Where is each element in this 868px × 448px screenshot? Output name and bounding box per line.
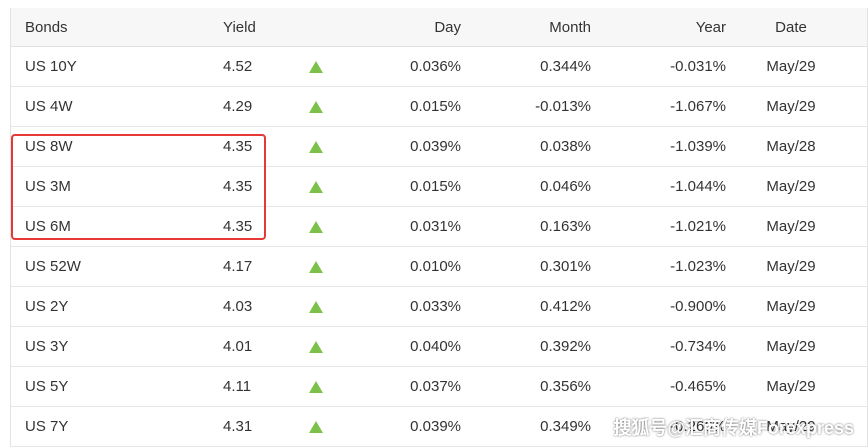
year-change: -1.067%	[670, 98, 726, 115]
bond-date: May/28	[766, 138, 816, 155]
bonds-table: Bonds Yield Day Month Year Date US 10Y 4.…	[10, 8, 868, 447]
year-change: -1.023%	[670, 258, 726, 275]
watermark: 搜狐号@汇商传媒Forexpress	[613, 418, 854, 438]
bond-yield: 4.01	[223, 338, 253, 355]
direction-cell	[291, 138, 341, 155]
year-change: -0.465%	[670, 378, 726, 395]
year-change: -0.734%	[670, 338, 726, 355]
bond-yield: 4.11	[223, 378, 252, 395]
month-change: 0.412%	[540, 298, 591, 315]
header-day[interactable]: Day	[341, 19, 461, 36]
direction-cell	[291, 378, 341, 395]
year-change: -1.021%	[670, 218, 726, 235]
direction-cell	[291, 338, 341, 355]
month-change: 0.046%	[540, 178, 591, 195]
up-arrow-icon	[309, 181, 323, 194]
bond-date: May/29	[766, 298, 816, 315]
table-row[interactable]: US 2Y 4.03 0.033% 0.412% -0.900% May/29	[11, 287, 867, 327]
up-arrow-icon	[309, 301, 323, 314]
day-change: 0.015%	[410, 178, 461, 195]
table-row[interactable]: US 5Y 4.11 0.037% 0.356% -0.465% May/29	[11, 367, 867, 407]
table-row[interactable]: US 10Y 4.52 0.036% 0.344% -0.031% May/29	[11, 47, 867, 87]
bond-yield: 4.35	[223, 178, 253, 195]
up-arrow-icon	[309, 141, 323, 154]
month-change: 0.163%	[540, 218, 591, 235]
table-row[interactable]: US 3M 4.35 0.015% 0.046% -1.044% May/29	[11, 167, 867, 207]
bond-date: May/29	[766, 258, 816, 275]
month-change: 0.038%	[540, 138, 591, 155]
table-row[interactable]: US 3Y 4.01 0.040% 0.392% -0.734% May/29	[11, 327, 867, 367]
table-row[interactable]: US 4W 4.29 0.015% -0.013% -1.067% May/29	[11, 87, 867, 127]
month-change: 0.356%	[540, 378, 591, 395]
direction-cell	[291, 58, 341, 75]
bond-name[interactable]: US 7Y	[11, 418, 201, 435]
bond-yield: 4.52	[223, 58, 253, 75]
bond-name[interactable]: US 3M	[11, 178, 201, 195]
bond-yield: 4.35	[223, 218, 253, 235]
year-change: -0.031%	[670, 58, 726, 75]
bond-name[interactable]: US 6M	[11, 218, 201, 235]
bond-name[interactable]: US 5Y	[11, 378, 201, 395]
table-row[interactable]: US 6M 4.35 0.031% 0.163% -1.021% May/29	[11, 207, 867, 247]
month-change: 0.349%	[540, 418, 591, 435]
bond-name[interactable]: US 8W	[11, 138, 201, 155]
year-change: -1.044%	[670, 178, 726, 195]
bond-name[interactable]: US 2Y	[11, 298, 201, 315]
table-row[interactable]: US 8W 4.35 0.039% 0.038% -1.039% May/28	[11, 127, 867, 167]
bond-yield: 4.17	[223, 258, 253, 275]
year-change: -1.039%	[670, 138, 726, 155]
table-header: Bonds Yield Day Month Year Date	[11, 8, 867, 47]
bond-yield: 4.03	[223, 298, 253, 315]
header-year[interactable]: Year	[591, 19, 726, 36]
month-change: 0.392%	[540, 338, 591, 355]
day-change: 0.010%	[410, 258, 461, 275]
direction-cell	[291, 418, 341, 435]
bond-date: May/29	[766, 98, 816, 115]
month-change: 0.344%	[540, 58, 591, 75]
direction-cell	[291, 178, 341, 195]
bond-name[interactable]: US 3Y	[11, 338, 201, 355]
bond-date: May/29	[766, 58, 816, 75]
up-arrow-icon	[309, 421, 323, 434]
table-body: US 10Y 4.52 0.036% 0.344% -0.031% May/29 US 4W…	[11, 47, 867, 447]
up-arrow-icon	[309, 381, 323, 394]
day-change: 0.040%	[410, 338, 461, 355]
up-arrow-icon	[309, 221, 323, 234]
direction-cell	[291, 298, 341, 315]
direction-cell	[291, 258, 341, 275]
up-arrow-icon	[309, 101, 323, 114]
bond-date: May/29	[766, 218, 816, 235]
day-change: 0.037%	[410, 378, 461, 395]
table-row[interactable]: US 52W 4.17 0.010% 0.301% -1.023% May/29	[11, 247, 867, 287]
up-arrow-icon	[309, 341, 323, 354]
up-arrow-icon	[309, 61, 323, 74]
month-change: -0.013%	[535, 98, 591, 115]
bond-date: May/29	[766, 338, 816, 355]
up-arrow-icon	[309, 261, 323, 274]
direction-cell	[291, 98, 341, 115]
day-change: 0.015%	[410, 98, 461, 115]
day-change: 0.039%	[410, 418, 461, 435]
day-change: 0.036%	[410, 58, 461, 75]
year-change: -0.900%	[670, 298, 726, 315]
bond-yield: 4.29	[223, 98, 253, 115]
bond-yield: 4.35	[223, 138, 253, 155]
bond-name[interactable]: US 4W	[11, 98, 201, 115]
day-change: 0.039%	[410, 138, 461, 155]
bond-name[interactable]: US 52W	[11, 258, 201, 275]
month-change: 0.301%	[540, 258, 591, 275]
header-month[interactable]: Month	[461, 19, 591, 36]
day-change: 0.031%	[410, 218, 461, 235]
direction-cell	[291, 218, 341, 235]
bond-date: May/29	[766, 178, 816, 195]
header-bonds[interactable]: Bonds	[11, 19, 201, 36]
day-change: 0.033%	[410, 298, 461, 315]
header-date[interactable]: Date	[726, 19, 856, 36]
bond-yield: 4.31	[223, 418, 253, 435]
bond-name[interactable]: US 10Y	[11, 58, 201, 75]
header-yield[interactable]: Yield	[201, 19, 291, 36]
bond-date: May/29	[766, 378, 816, 395]
